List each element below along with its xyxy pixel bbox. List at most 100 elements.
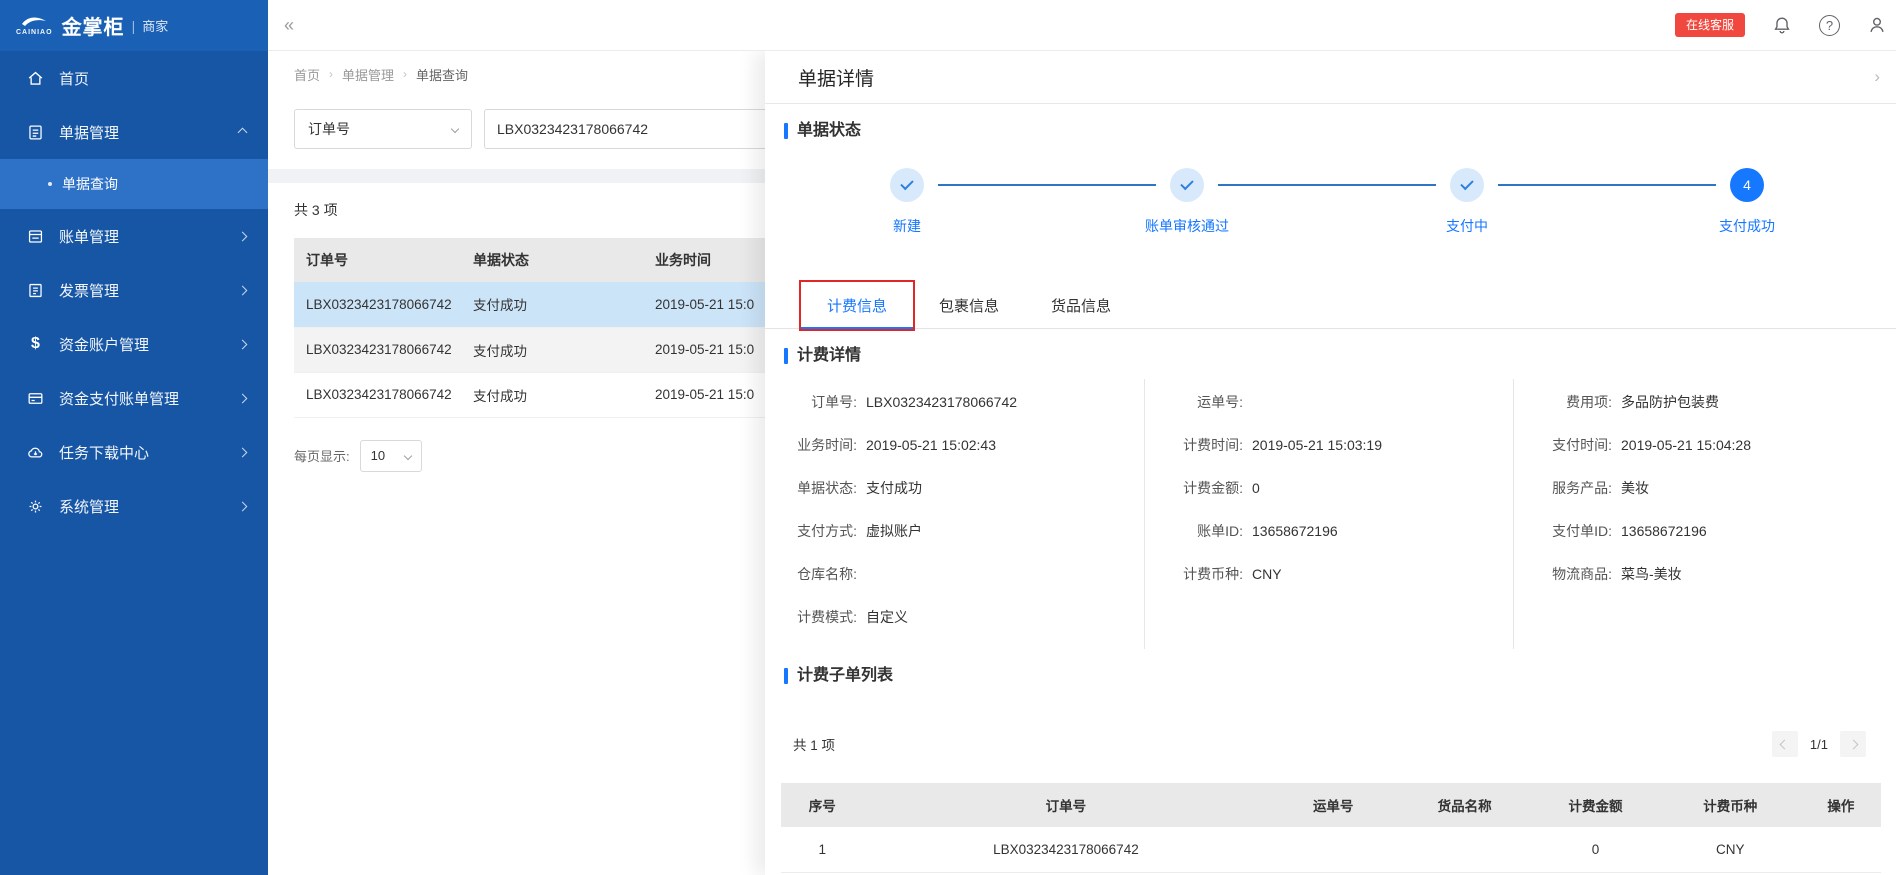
billing-detail-grid: 订单号 LBX0323423178066742 业务时间 2019-05-21 15… bbox=[765, 379, 1896, 649]
section-status-title: 单据状态 bbox=[784, 120, 1876, 142]
field-order-no: 订单号 LBX0323423178066742 bbox=[779, 381, 1134, 424]
suborder-list-head: 共 1 项 1/1 bbox=[765, 687, 1896, 757]
field-label: 仓库名称 bbox=[779, 553, 857, 596]
table-header-row: 序号 订单号 运单号 货品名称 计费金额 计费币种 操作 bbox=[781, 783, 1881, 827]
step-paying: 支付中 bbox=[1446, 168, 1488, 234]
sidebar-item-system-management[interactable]: 系统管理 bbox=[0, 479, 268, 533]
cell-goods-name bbox=[1398, 827, 1532, 873]
breadcrumb-current: 单据查询 bbox=[416, 67, 469, 83]
topbar-actions: 在线客服 bbox=[1674, 13, 1890, 37]
product-name: 金掌柜 bbox=[61, 17, 125, 39]
sidebar-item-doc-management[interactable]: 单据管理 bbox=[0, 105, 268, 159]
sidebar-item-fund-pay-bill[interactable]: 资金支付账单管理 bbox=[0, 371, 268, 425]
cell-amount: 0 bbox=[1531, 827, 1660, 873]
sidebar-item-label: 资金支付账单管理 bbox=[59, 390, 180, 408]
chevron-down-icon bbox=[403, 451, 412, 460]
sidebar-item-doc-query[interactable]: 单据查询 bbox=[0, 159, 268, 209]
online-service-badge[interactable]: 在线客服 bbox=[1674, 13, 1745, 37]
step-circle bbox=[1450, 168, 1484, 202]
field-warehouse: 仓库名称 bbox=[779, 553, 1134, 596]
bell-icon[interactable] bbox=[1771, 14, 1793, 36]
breadcrumb-doc-management[interactable]: 单据管理 bbox=[342, 65, 394, 84]
step-pay-success: 4 支付成功 bbox=[1719, 168, 1775, 234]
section-marker bbox=[784, 123, 788, 139]
chevron-right-icon bbox=[237, 447, 248, 457]
chevron-right-icon bbox=[237, 285, 248, 295]
field-billing-time: 计费时间 2019-05-21 15:03:19 bbox=[1165, 424, 1503, 467]
check-icon bbox=[1460, 176, 1474, 191]
document-icon bbox=[26, 123, 45, 142]
tab-label: 货品信息 bbox=[1051, 298, 1112, 315]
drawer-header: 单据详情 › bbox=[765, 51, 1896, 104]
sidebar-subitem-label: 单据查询 bbox=[62, 176, 118, 192]
step-circle bbox=[1170, 168, 1204, 202]
drawer-body: 单据状态 新建 账单审核通过 支付中 4 支付成功 计费信息 包裹信息 货品信息… bbox=[765, 104, 1896, 875]
tab-label: 包裹信息 bbox=[939, 298, 1000, 315]
field-value: 支付成功 bbox=[866, 480, 922, 496]
step-connector bbox=[1218, 184, 1436, 186]
tab-package-info[interactable]: 包裹信息 bbox=[913, 283, 1025, 328]
detail-column-3: 费用项多品防护包装费 支付时间 2019-05-21 15:04:28 服务产品美… bbox=[1514, 379, 1896, 649]
col-currency: 计费币种 bbox=[1659, 783, 1801, 827]
sidebar-item-fund-account[interactable]: $ 资金账户管理 bbox=[0, 317, 268, 371]
step-circle bbox=[890, 168, 924, 202]
drawer-collapse-button[interactable]: › bbox=[1868, 65, 1886, 89]
breadcrumb-home[interactable]: 首页 bbox=[294, 65, 320, 84]
step-circle: 4 bbox=[1730, 168, 1764, 202]
page-size-label: 每页显示: bbox=[294, 449, 350, 464]
field-label: 支付方式 bbox=[779, 510, 857, 553]
help-icon[interactable] bbox=[1819, 14, 1840, 36]
chevron-left-icon bbox=[1779, 739, 1790, 749]
step-connector bbox=[1498, 184, 1716, 186]
detail-column-2: 运单号 计费时间 2019-05-21 15:03:19 计费金额 0 账单ID 13… bbox=[1145, 379, 1514, 649]
step-label: 支付中 bbox=[1446, 218, 1488, 234]
field-value: LBX0323423178066742 bbox=[866, 394, 1018, 410]
step-connector bbox=[938, 184, 1156, 186]
topbar: « 在线客服 bbox=[268, 0, 1896, 51]
sidebar-item-label: 资金账户管理 bbox=[59, 336, 150, 354]
sidebar-item-label: 账单管理 bbox=[59, 228, 120, 246]
sidebar-collapse-button[interactable]: « bbox=[278, 11, 300, 40]
brand-logo-text: CAINIAO bbox=[16, 29, 53, 36]
next-page-button[interactable] bbox=[1840, 731, 1866, 757]
breadcrumb-separator: › bbox=[403, 67, 408, 81]
tab-goods-info[interactable]: 货品信息 bbox=[1025, 283, 1137, 328]
user-icon[interactable] bbox=[1866, 14, 1888, 36]
field-label: 单据状态 bbox=[779, 467, 857, 510]
sidebar: CAINIAO 金掌柜 | 商家 首页 单据管理 单据查询 账单管理 发票管理 … bbox=[0, 0, 268, 875]
field-pay-method: 支付方式虚拟账户 bbox=[779, 510, 1134, 553]
main-area: « 在线客服 首页 › 单据管理 › 单据查询 bbox=[268, 0, 1896, 875]
field-pay-time: 支付时间 2019-05-21 15:04:28 bbox=[1534, 424, 1886, 467]
cell-order-no: LBX0323423178066742 bbox=[294, 327, 461, 373]
field-label: 计费币种 bbox=[1165, 553, 1243, 596]
sidebar-item-bill-management[interactable]: 账单管理 bbox=[0, 209, 268, 263]
tab-label: 计费信息 bbox=[827, 298, 888, 315]
col-goods-name: 货品名称 bbox=[1398, 783, 1532, 827]
section-billing-detail-title: 计费详情 bbox=[784, 345, 1876, 367]
field-value: 虚拟账户 bbox=[866, 523, 922, 539]
col-status: 单据状态 bbox=[461, 238, 643, 282]
page-size-select[interactable]: 10 bbox=[359, 439, 422, 472]
cell-seq: 1 bbox=[781, 827, 864, 873]
sidebar-item-task-download[interactable]: 任务下载中心 bbox=[0, 425, 268, 479]
prev-page-button[interactable] bbox=[1771, 731, 1798, 757]
field-value: 2019-05-21 15:04:28 bbox=[1621, 437, 1751, 453]
col-order-no: 订单号 bbox=[863, 783, 1269, 827]
sidebar-menu: 首页 单据管理 单据查询 账单管理 发票管理 $ 资金账户管理 资金支付账单管理… bbox=[0, 51, 268, 533]
sidebar-item-invoice-management[interactable]: 发票管理 bbox=[0, 263, 268, 317]
status-steps: 新建 账单审核通过 支付中 4 支付成功 bbox=[765, 142, 1896, 234]
section-title-text: 计费子单列表 bbox=[797, 667, 894, 684]
field-value: 2019-05-21 15:02:43 bbox=[866, 437, 996, 453]
order-type-select[interactable]: 订单号 bbox=[294, 109, 472, 149]
cloud-download-icon bbox=[26, 443, 45, 462]
field-value: 自定义 bbox=[866, 609, 908, 625]
field-value: 13658672196 bbox=[1252, 523, 1338, 539]
detail-tabs: 计费信息 包裹信息 货品信息 bbox=[765, 280, 1896, 331]
detail-drawer: 单据详情 › 单据状态 新建 账单审核通过 支付中 4 支付成功 计费信息 包裹… bbox=[765, 51, 1896, 875]
field-bill-id: 账单ID 13658672196 bbox=[1165, 510, 1503, 553]
order-type-select-value: 订单号 bbox=[308, 121, 350, 137]
check-icon bbox=[1180, 176, 1194, 191]
page-size-value: 10 bbox=[370, 448, 386, 463]
sidebar-item-home[interactable]: 首页 bbox=[0, 51, 268, 105]
tab-billing-info[interactable]: 计费信息 bbox=[799, 280, 916, 331]
